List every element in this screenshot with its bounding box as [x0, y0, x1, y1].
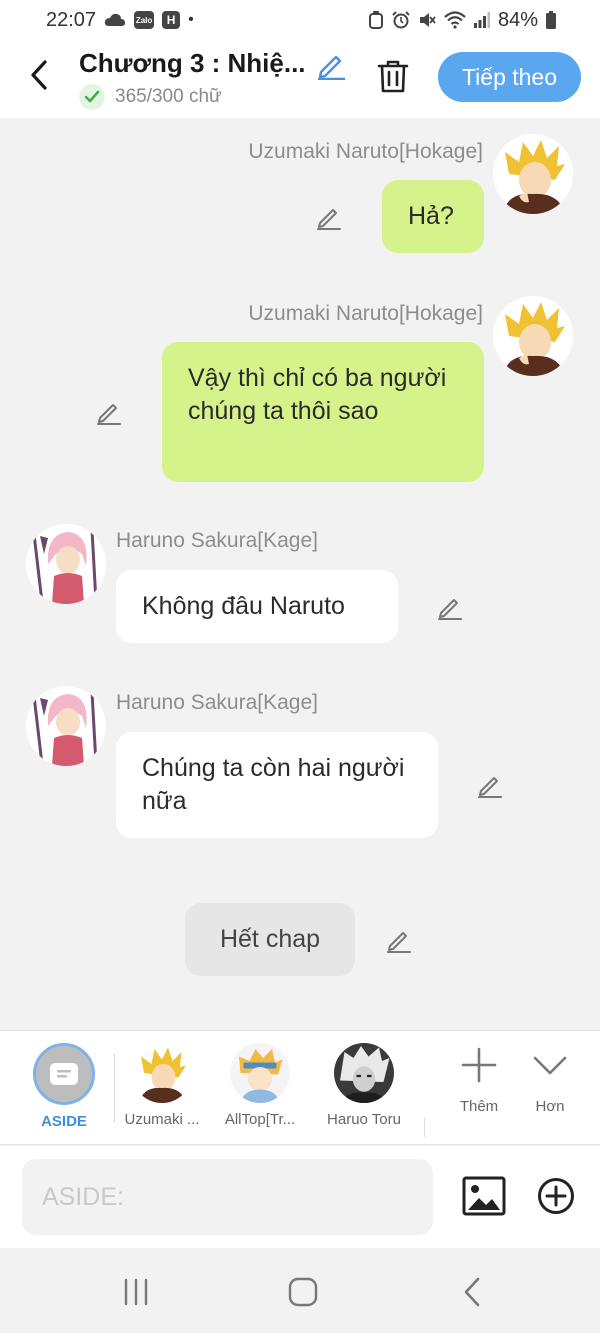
- home-icon: [288, 1277, 318, 1307]
- zalo-icon: Zalo: [134, 11, 155, 29]
- character-naruto[interactable]: Uzumaki ...: [116, 1043, 208, 1128]
- battery-icon: [546, 11, 556, 29]
- check-icon: [79, 84, 105, 110]
- edit-message-button[interactable]: [94, 397, 124, 427]
- cloud-icon: [104, 13, 126, 27]
- alarm-icon: [392, 11, 410, 29]
- edit-title-button[interactable]: [314, 48, 348, 82]
- more-label: Hơn: [535, 1098, 565, 1115]
- edit-message-button[interactable]: [475, 770, 505, 800]
- edit-message-button[interactable]: [384, 925, 414, 955]
- naruto-avatar[interactable]: [493, 296, 573, 376]
- delete-button[interactable]: [374, 57, 412, 95]
- haruo-toru-avatar: [334, 1043, 394, 1103]
- home-button[interactable]: [283, 1272, 323, 1312]
- character-label: AllTop[Tr...: [224, 1111, 296, 1128]
- h-app-icon: H: [162, 11, 181, 29]
- add-character-button[interactable]: Thêm: [449, 1047, 509, 1115]
- signal-icon: [473, 12, 490, 28]
- system-back-button[interactable]: [452, 1272, 492, 1312]
- character-bar: ASIDE Uzumaki ... AllTop[Tr... Haruo Tor…: [0, 1030, 600, 1145]
- plus-circle-icon: [538, 1178, 574, 1214]
- character-haruo-toru[interactable]: Haruo Toru: [318, 1043, 410, 1128]
- wifi-icon: [444, 11, 466, 29]
- app-header: Chương 3 : Nhiệ... 365/300 chữ Tiếp theo: [0, 40, 600, 118]
- pencil-icon: [97, 404, 121, 425]
- sender-name: Haruno Sakura[Kage]: [116, 529, 318, 552]
- chevron-down-icon: [533, 1056, 567, 1075]
- pencil-icon: [317, 55, 346, 80]
- chapter-title[interactable]: Chương 3 : Nhiệ...: [79, 48, 306, 79]
- message-text: Vậy thì chỉ có ba người chúng ta thôi sa…: [188, 364, 447, 425]
- message-bubble[interactable]: Không đâu Naruto: [116, 570, 398, 643]
- image-icon: [462, 1176, 506, 1216]
- insert-image-button[interactable]: [461, 1174, 507, 1218]
- back-button[interactable]: [22, 58, 56, 92]
- notification-dot: •: [188, 11, 194, 28]
- naruto-avatar: [132, 1043, 192, 1103]
- end-chapter-bubble[interactable]: Hết chap: [185, 903, 355, 976]
- plus-icon: [461, 1047, 497, 1083]
- message-text: Không đâu Naruto: [142, 592, 345, 620]
- sakura-avatar[interactable]: [26, 686, 106, 766]
- composer: [0, 1146, 600, 1248]
- chevron-left-icon: [464, 1277, 480, 1307]
- recycle-icon: [368, 11, 384, 29]
- recent-apps-icon: [124, 1278, 148, 1306]
- message-text: Chúng ta còn hai người nữa: [142, 754, 405, 815]
- message-input[interactable]: [22, 1159, 433, 1235]
- message-bubble[interactable]: Hả?: [382, 180, 484, 253]
- character-alltop[interactable]: AllTop[Tr...: [214, 1043, 306, 1128]
- message-text: Hết chap: [219, 925, 321, 953]
- message-text: Hả?: [408, 202, 454, 230]
- divider: [114, 1053, 115, 1123]
- sakura-avatar[interactable]: [26, 524, 106, 604]
- next-button[interactable]: Tiếp theo: [438, 52, 581, 102]
- character-label: ASIDE: [41, 1113, 87, 1130]
- status-time: 22:07: [46, 8, 97, 31]
- pencil-icon: [317, 209, 341, 230]
- trash-icon: [377, 60, 409, 93]
- aside-icon: [33, 1043, 95, 1105]
- character-label: Haruo Toru: [327, 1111, 401, 1128]
- character-label: Uzumaki ...: [124, 1111, 200, 1128]
- system-nav-bar: [0, 1248, 600, 1333]
- more-button[interactable]: Hơn: [520, 1047, 580, 1115]
- pencil-icon: [478, 777, 502, 798]
- recent-apps-button[interactable]: [116, 1272, 156, 1312]
- character-aside[interactable]: ASIDE: [18, 1043, 110, 1130]
- edit-message-button[interactable]: [314, 202, 344, 232]
- edit-message-button[interactable]: [435, 592, 465, 622]
- pencil-icon: [387, 932, 411, 953]
- sender-name: Haruno Sakura[Kage]: [116, 691, 318, 714]
- sender-name: Uzumaki Naruto[Hokage]: [248, 140, 483, 163]
- status-bar: 22:07 Zalo H • 84%: [0, 0, 600, 40]
- word-count: 365/300 chữ: [79, 84, 222, 110]
- message-bubble[interactable]: Vậy thì chỉ có ba người chúng ta thôi sa…: [162, 342, 484, 482]
- divider: [424, 1117, 425, 1137]
- add-label: Thêm: [459, 1098, 499, 1115]
- more-options-button[interactable]: [536, 1176, 576, 1216]
- pencil-icon: [438, 599, 462, 620]
- battery-percent: 84%: [497, 8, 538, 31]
- chat-area[interactable]: Uzumaki Naruto[Hokage] Hả? Uzumaki Narut…: [0, 118, 600, 1030]
- mute-icon: [418, 11, 436, 29]
- word-count-label: 365/300 chữ: [115, 86, 222, 107]
- message-bubble[interactable]: Chúng ta còn hai người nữa: [116, 732, 438, 838]
- alltop-avatar: [230, 1043, 290, 1103]
- naruto-avatar[interactable]: [493, 134, 573, 214]
- chevron-left-icon: [31, 60, 47, 90]
- sender-name: Uzumaki Naruto[Hokage]: [248, 302, 483, 325]
